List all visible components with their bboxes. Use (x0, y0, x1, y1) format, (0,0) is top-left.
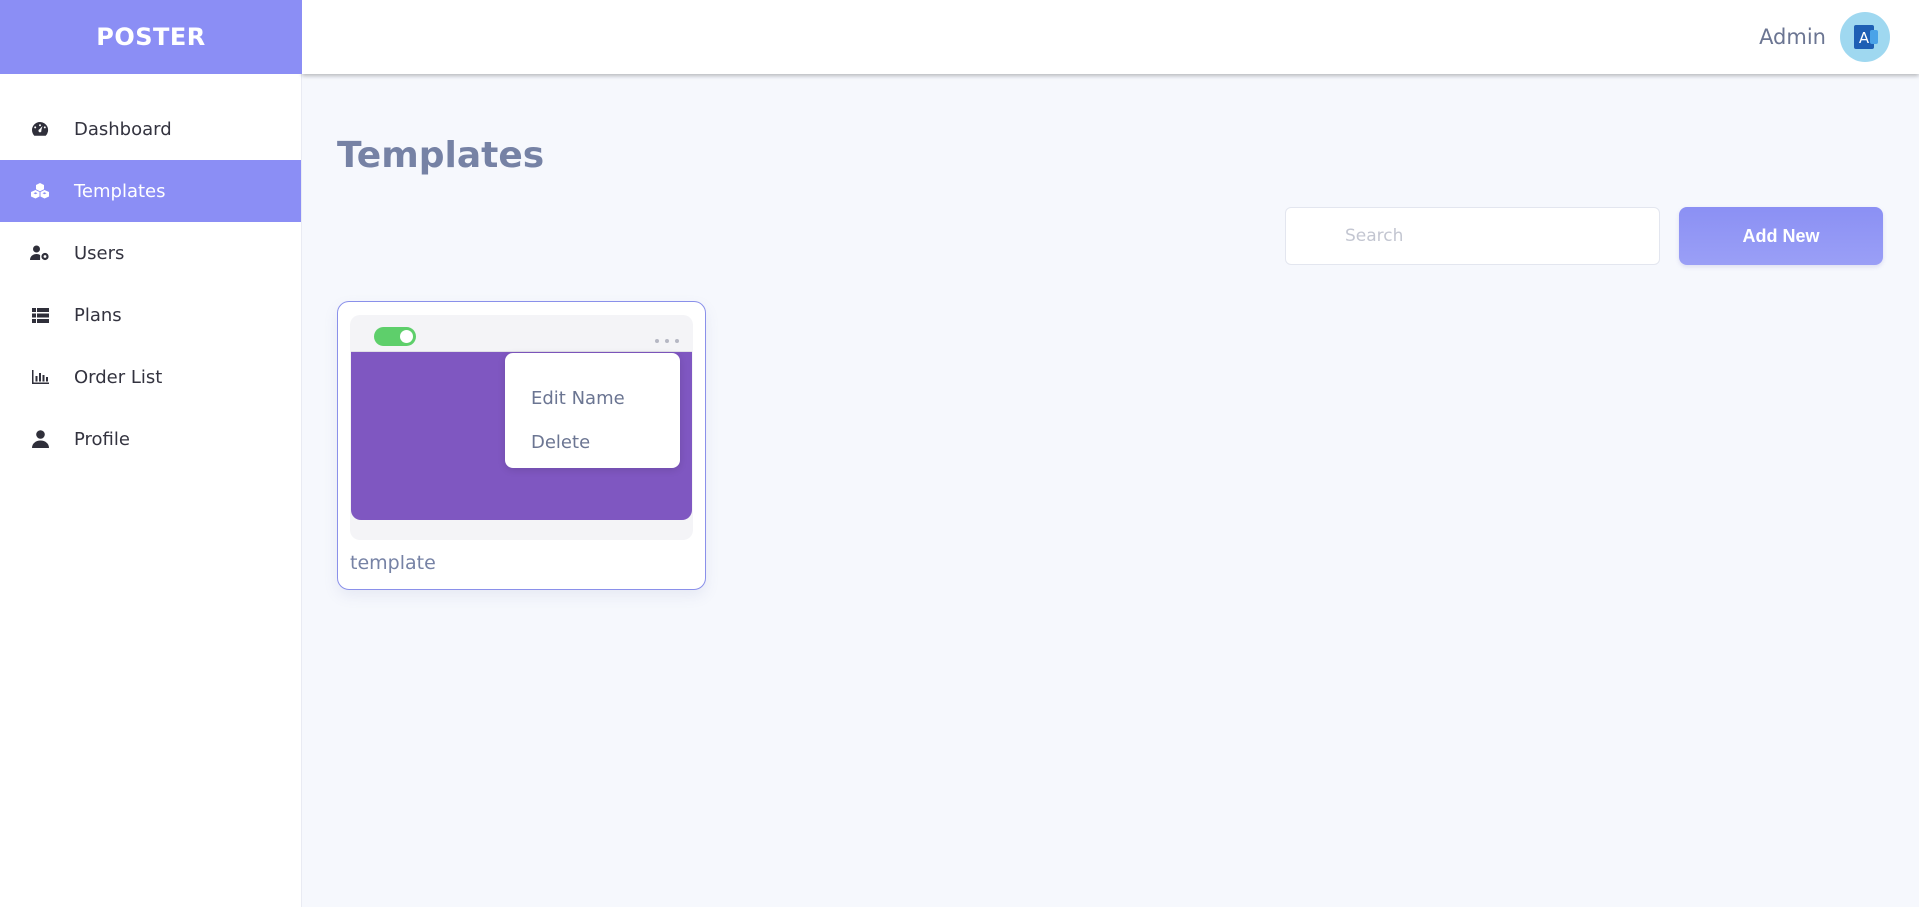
dot-icon (675, 339, 679, 343)
add-new-button[interactable]: Add New (1679, 207, 1883, 265)
sidebar-item-templates[interactable]: Templates (0, 160, 301, 222)
avatar-icon: A (1854, 25, 1878, 49)
user-name[interactable]: Admin (1759, 25, 1826, 49)
template-name: template (350, 552, 436, 574)
card-menu-button[interactable] (655, 339, 679, 345)
bar-chart-icon (29, 366, 51, 388)
sidebar-item-label: Plans (74, 304, 122, 326)
sidebar-item-plans[interactable]: Plans (0, 284, 301, 346)
user-gear-icon (29, 242, 51, 264)
avatar[interactable]: A (1840, 12, 1890, 62)
cubes-icon (29, 180, 51, 202)
sidebar-item-dashboard[interactable]: Dashboard (0, 98, 301, 160)
page-title: Templates (337, 135, 545, 176)
top-bar: Admin A (302, 0, 1919, 74)
sidebar: Dashboard Templates Users Plans Order Li… (0, 74, 302, 907)
menu-item-edit-name[interactable]: Edit Name (505, 376, 680, 420)
sidebar-item-order-list[interactable]: Order List (0, 346, 301, 408)
svg-text:A: A (1859, 29, 1870, 47)
dot-icon (655, 339, 659, 343)
user-icon (29, 428, 51, 450)
sidebar-item-label: Dashboard (74, 118, 172, 140)
brand-logo[interactable]: POSTER (0, 0, 302, 74)
sidebar-item-label: Order List (74, 366, 163, 388)
enable-toggle[interactable] (374, 327, 416, 346)
search-box[interactable] (1285, 207, 1660, 265)
sidebar-item-label: Templates (74, 180, 166, 202)
gauge-icon (29, 118, 51, 140)
sidebar-item-profile[interactable]: Profile (0, 408, 301, 470)
list-icon (29, 304, 51, 326)
search-input[interactable] (1345, 226, 1625, 246)
sidebar-item-label: Profile (74, 428, 130, 450)
menu-item-delete[interactable]: Delete (505, 420, 680, 464)
sidebar-item-label: Users (74, 242, 125, 264)
context-menu: Edit Name Delete (505, 353, 680, 468)
dot-icon (665, 339, 669, 343)
sidebar-item-users[interactable]: Users (0, 222, 301, 284)
